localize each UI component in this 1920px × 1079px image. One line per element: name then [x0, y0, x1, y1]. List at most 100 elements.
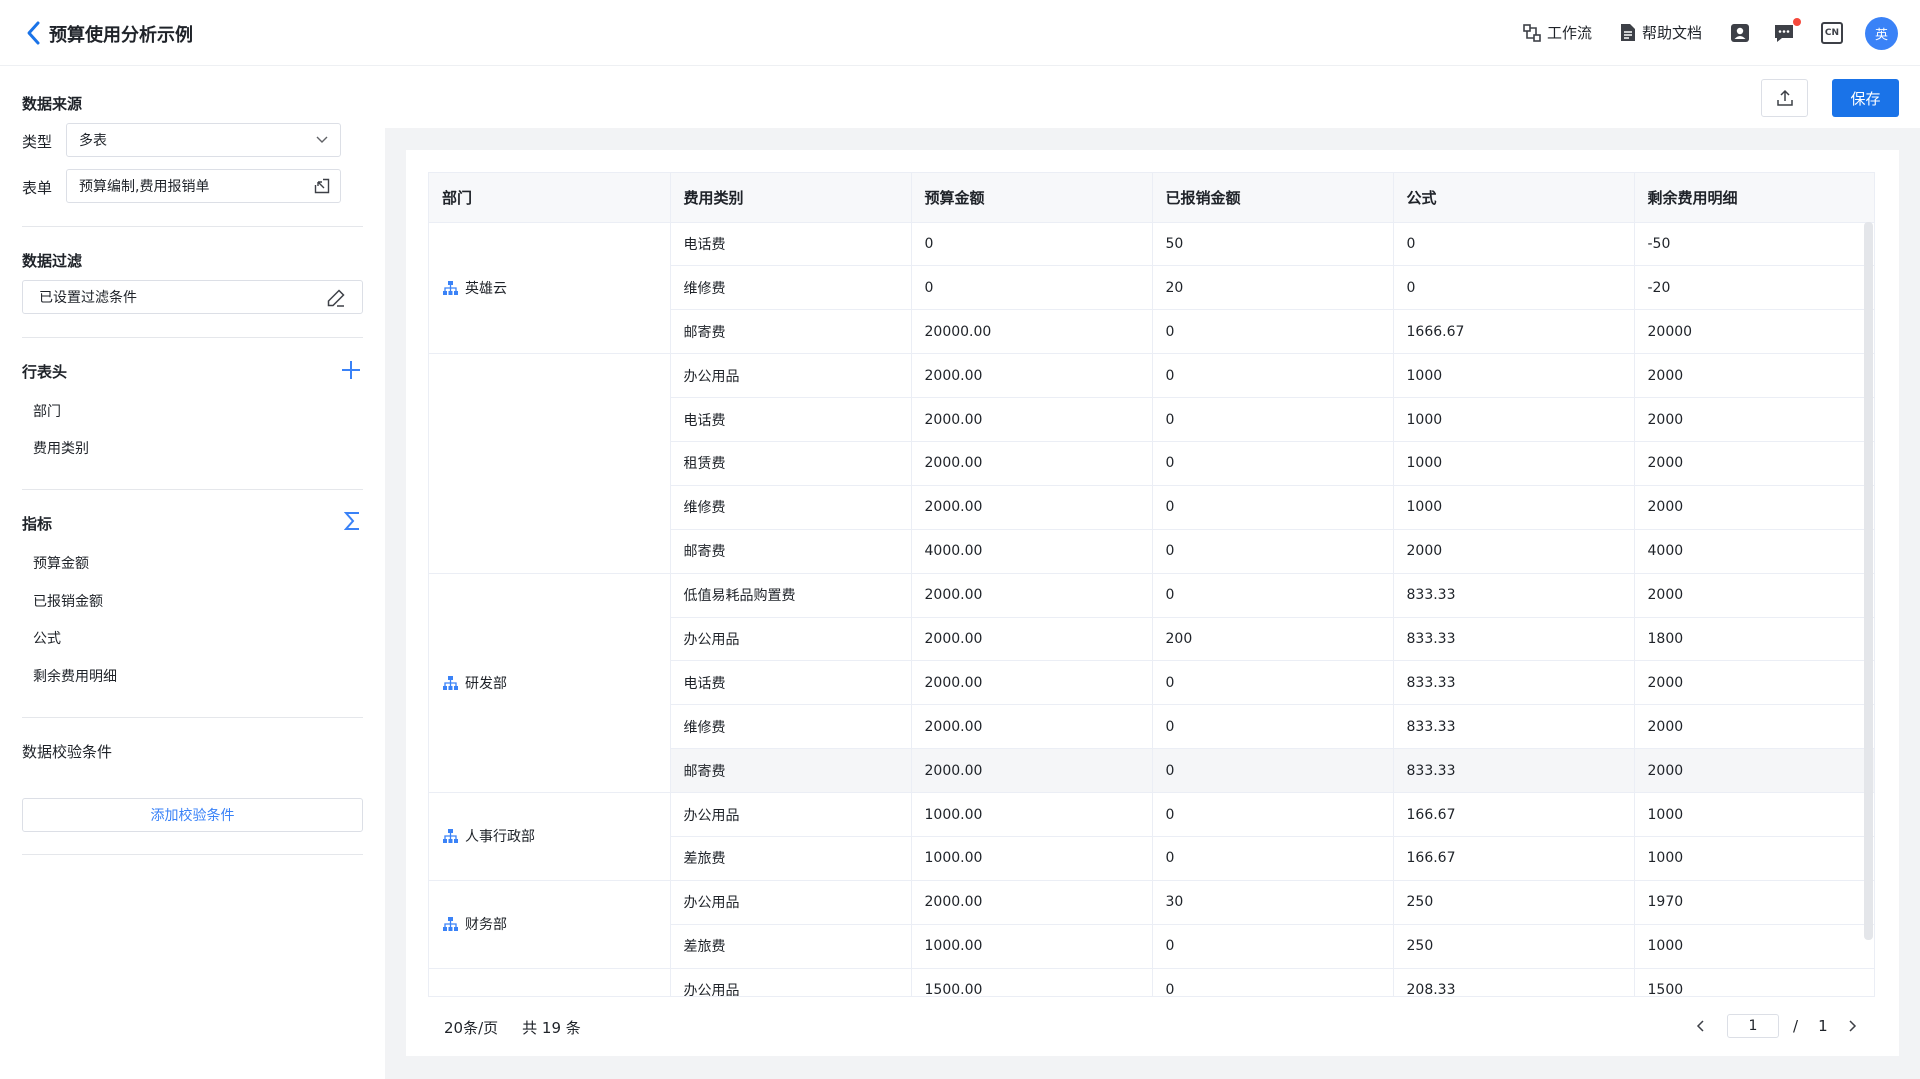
current-page-input[interactable]: 1: [1727, 1014, 1779, 1038]
reimbursed-amount-cell: 0: [1152, 660, 1394, 706]
table-row[interactable]: 研发部 低值易耗品购置费 2000.00 0 833.33 2000: [429, 573, 1874, 794]
metric-item[interactable]: 已报销金额: [33, 591, 103, 611]
dept-name: 英雄云: [465, 280, 507, 297]
expense-category-cell: 办公用品: [670, 880, 912, 925]
expense-category-cell: 电话费: [670, 660, 912, 706]
reimbursed-amount-cell: 50: [1152, 222, 1394, 267]
expense-category-cell: 邮寄费: [670, 309, 912, 355]
expense-category-cell: 差旅费: [670, 836, 912, 881]
remaining-detail-cell: 2000: [1634, 660, 1874, 706]
formula-cell: 833.33: [1393, 704, 1635, 750]
total-count: 共 19 条: [522, 1019, 581, 1037]
budget-amount-cell: 2000.00: [911, 660, 1153, 706]
datasource-title: 数据来源: [22, 95, 83, 113]
filter-condition-field[interactable]: 已设置过滤条件: [22, 280, 363, 314]
budget-amount-cell: 1500.00: [911, 968, 1153, 996]
table-row[interactable]: 英雄云 电话费 0 50 0 -50: [429, 222, 1874, 355]
prev-page-icon[interactable]: [1693, 1018, 1709, 1034]
help-docs-button[interactable]: 帮助文档: [1620, 22, 1702, 43]
table-row[interactable]: 人事行政部 办公用品 1000.00 0 166.67 1000: [429, 792, 1874, 881]
column-header[interactable]: 预算金额: [911, 173, 1153, 223]
type-label: 类型: [22, 133, 53, 151]
vertical-scrollbar[interactable]: [1864, 222, 1873, 940]
filter-title: 数据过滤: [22, 252, 83, 270]
workflow-button[interactable]: 工作流: [1523, 22, 1592, 43]
dept-cell: 英雄云: [429, 222, 671, 355]
metric-item[interactable]: 公式: [33, 628, 61, 648]
remaining-detail-cell: 1500: [1634, 968, 1874, 996]
remaining-detail-cell: -50: [1634, 222, 1874, 267]
org-structure-icon: [442, 916, 459, 932]
budget-amount-cell: 1000.00: [911, 792, 1153, 837]
expense-category-cell: 低值易耗品购置费: [670, 573, 912, 618]
next-page-icon[interactable]: [1844, 1018, 1860, 1034]
page-size[interactable]: 20条/页: [444, 1017, 498, 1038]
reimbursed-amount-cell: 0: [1152, 529, 1394, 574]
filter-condition-value: 已设置过滤条件: [39, 290, 137, 306]
edit-icon: [327, 289, 345, 307]
reimbursed-amount-cell: 0: [1152, 792, 1394, 837]
formula-cell: 250: [1393, 924, 1635, 969]
expense-category-cell: 邮寄费: [670, 529, 912, 574]
remaining-detail-cell: 1800: [1634, 617, 1874, 662]
workflow-icon: [1523, 23, 1541, 42]
remaining-detail-cell: 2000: [1634, 573, 1874, 618]
message-icon[interactable]: [1773, 22, 1795, 44]
section-divider: [22, 717, 363, 718]
form-select[interactable]: 预算编制,费用报销单: [66, 169, 341, 203]
table-row[interactable]: 财务部 办公用品 2000.00 30 250 1970: [429, 880, 1874, 969]
dept-label: 财务部: [442, 914, 670, 934]
page-title: 预算使用分析示例: [49, 25, 193, 46]
remaining-detail-cell: 2000: [1634, 397, 1874, 442]
expense-category-cell: 维修费: [670, 265, 912, 311]
sum-sigma-icon[interactable]: [344, 511, 362, 531]
column-header[interactable]: 部门: [429, 173, 671, 223]
add-validation-button[interactable]: 添加校验条件: [22, 798, 363, 832]
type-select[interactable]: 多表: [66, 123, 341, 157]
add-row-header-icon[interactable]: [340, 359, 362, 381]
table-row[interactable]: 办公用品 1500.00 0 208.33 1500: [429, 968, 1874, 996]
back-arrow-icon[interactable]: [24, 20, 44, 46]
dept-cell: 财务部: [429, 880, 671, 969]
formula-cell: 208.33: [1393, 968, 1635, 996]
user-avatar[interactable]: 英: [1865, 17, 1898, 50]
budget-amount-cell: 2000.00: [911, 617, 1153, 662]
reimbursed-amount-cell: 200: [1152, 617, 1394, 662]
column-header[interactable]: 剩余费用明细: [1634, 173, 1874, 223]
formula-cell: 250: [1393, 880, 1635, 925]
reimbursed-amount-cell: 0: [1152, 704, 1394, 750]
reimbursed-amount-cell: 0: [1152, 573, 1394, 618]
org-structure-icon: [442, 280, 459, 296]
org-structure-icon: [442, 828, 459, 844]
column-header[interactable]: 费用类别: [670, 173, 912, 223]
metric-item[interactable]: 剩余费用明细: [33, 666, 117, 686]
budget-amount-cell: 2000.00: [911, 748, 1153, 794]
remaining-detail-cell: 1000: [1634, 836, 1874, 881]
language-switch-icon[interactable]: CN: [1821, 22, 1843, 44]
top-header: 预算使用分析示例 工作流 帮助文档 CN 英: [0, 0, 1920, 66]
column-header[interactable]: 已报销金额: [1152, 173, 1394, 223]
dept-label: 研发部: [442, 673, 670, 693]
remaining-detail-cell: 1000: [1634, 792, 1874, 837]
open-link-icon: [314, 178, 330, 194]
expense-category-cell: 电话费: [670, 397, 912, 442]
formula-cell: 1000: [1393, 441, 1635, 486]
metric-item[interactable]: 预算金额: [33, 553, 89, 573]
formula-cell: 2000: [1393, 529, 1635, 574]
column-header[interactable]: 公式: [1393, 173, 1635, 223]
row-header-item[interactable]: 费用类别: [33, 438, 89, 458]
budget-amount-cell: 4000.00: [911, 529, 1153, 574]
expense-category-cell: 差旅费: [670, 924, 912, 969]
budget-amount-cell: 2000.00: [911, 441, 1153, 486]
reimbursed-amount-cell: 0: [1152, 353, 1394, 399]
remaining-detail-cell: 20000: [1634, 309, 1874, 355]
reimbursed-amount-cell: 0: [1152, 924, 1394, 969]
contacts-icon[interactable]: [1729, 22, 1751, 44]
budget-amount-cell: 2000.00: [911, 704, 1153, 750]
reimbursed-amount-cell: 20: [1152, 265, 1394, 311]
save-button[interactable]: 保存: [1832, 79, 1899, 117]
table-row[interactable]: 办公用品 2000.00 0 1000 2000: [429, 353, 1874, 574]
export-button[interactable]: [1761, 79, 1808, 117]
row-header-item[interactable]: 部门: [33, 401, 61, 421]
org-structure-icon: [442, 675, 459, 691]
